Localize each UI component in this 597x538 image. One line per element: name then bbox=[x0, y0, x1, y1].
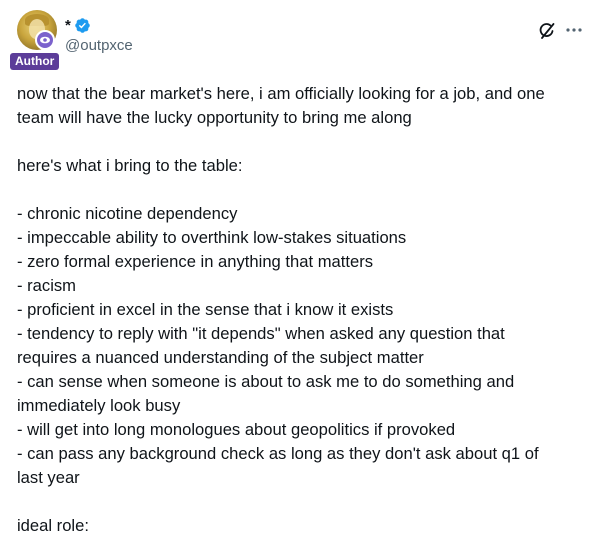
more-icon[interactable] bbox=[565, 21, 583, 39]
tweet-text: now that the bear market's here, i am of… bbox=[17, 84, 545, 535]
verified-badge-icon bbox=[75, 17, 90, 33]
grok-icon[interactable] bbox=[537, 21, 557, 41]
tweet-header: Author * @outpxce bbox=[0, 0, 597, 80]
display-name[interactable]: * bbox=[65, 17, 71, 34]
eye-icon bbox=[35, 30, 55, 50]
author-handle[interactable]: @outpxce bbox=[65, 36, 133, 56]
avatar[interactable] bbox=[17, 10, 57, 50]
author-badge: Author bbox=[10, 53, 60, 70]
author-name-row[interactable]: * bbox=[65, 15, 91, 35]
